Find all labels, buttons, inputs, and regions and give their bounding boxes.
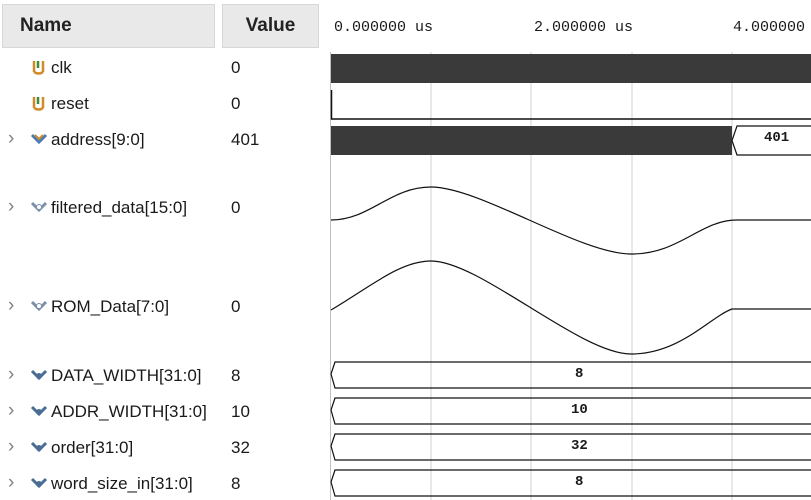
analog-bus-icon: [30, 300, 48, 312]
signal-name: word_size_in[31:0]: [51, 474, 193, 493]
bus-value-label: 10: [571, 402, 588, 418]
expand-chevron-icon[interactable]: ›: [8, 365, 14, 385]
signal-value: 8: [231, 474, 241, 493]
expand-chevron-icon[interactable]: ›: [8, 296, 14, 316]
time-axis: 0.000000 us 2.000000 us 4.000000: [330, 0, 811, 58]
clk-waveform: [331, 54, 811, 83]
bus-value-label: 32: [571, 438, 588, 454]
analog-bus-icon: [30, 201, 48, 213]
signal-value: 401: [231, 130, 260, 149]
signal-row-rom-data[interactable]: › ROM_Data[7:0] 0: [0, 293, 330, 323]
parameter-icon: [30, 405, 48, 417]
signal-row-reset[interactable]: reset 0: [0, 90, 330, 120]
signal-value: 0: [231, 94, 241, 113]
parameter-icon: [30, 369, 48, 381]
address-waveform-dense: [331, 126, 732, 155]
rom-data-waveform: [330, 260, 811, 355]
signal-name: order[31:0]: [51, 438, 134, 457]
expand-chevron-icon[interactable]: ›: [8, 437, 14, 457]
signal-row-address[interactable]: › address[9:0] 401: [0, 126, 330, 156]
signal-name: ROM_Data[7:0]: [51, 297, 170, 316]
value-column-header[interactable]: Value: [222, 4, 319, 48]
expand-chevron-icon[interactable]: ›: [8, 129, 14, 149]
signal-value: 0: [231, 297, 241, 316]
bus-value-label: 401: [764, 130, 790, 146]
signal-row-data-width[interactable]: › DATA_WIDTH[31:0] 8: [0, 362, 330, 392]
signal-row-filtered-data[interactable]: › filtered_data[15:0] 0: [0, 194, 330, 224]
name-column-header[interactable]: Name: [2, 4, 215, 48]
signal-name: reset: [51, 94, 89, 113]
signal-row-clk[interactable]: clk 0: [0, 54, 330, 84]
parameter-icon: [30, 441, 48, 453]
signal-row-word-size-in[interactable]: › word_size_in[31:0] 8: [0, 470, 330, 500]
parameter-icon: [30, 477, 48, 489]
time-tick-label: 2.000000 us: [534, 19, 634, 36]
signal-name: clk: [51, 58, 72, 77]
signal-row-order[interactable]: › order[31:0] 32: [0, 434, 330, 464]
signal-name: DATA_WIDTH[31:0]: [51, 366, 202, 385]
bit-signal-icon: [32, 97, 45, 111]
bus-value-label: 8: [575, 474, 584, 490]
time-tick-label: 0.000000 us: [334, 19, 434, 36]
signal-value: 32: [231, 438, 250, 457]
expand-chevron-icon[interactable]: ›: [8, 197, 14, 217]
expand-chevron-icon[interactable]: ›: [8, 473, 14, 493]
signal-value: 8: [231, 366, 241, 385]
bit-signal-icon: [32, 61, 45, 75]
signal-value: 0: [231, 58, 241, 77]
data-width-waveform: [330, 361, 811, 389]
signal-name: ADDR_WIDTH[31:0]: [51, 402, 207, 421]
expand-chevron-icon[interactable]: ›: [8, 401, 14, 421]
filtered-data-waveform: [330, 186, 811, 255]
signal-value: 0: [231, 198, 241, 217]
signal-value: 10: [231, 402, 250, 421]
waveform-canvas[interactable]: 401 8 10 32 8: [330, 52, 811, 500]
signal-name: address[9:0]: [51, 130, 145, 149]
time-tick-label: 4.000000: [733, 19, 806, 36]
bus-value-label: 8: [575, 366, 584, 382]
signal-name: filtered_data[15:0]: [51, 198, 188, 217]
signal-row-addr-width[interactable]: › ADDR_WIDTH[31:0] 10: [0, 398, 330, 428]
reset-waveform: [330, 90, 811, 120]
word-size-in-waveform: [330, 469, 811, 497]
bus-signal-icon: [30, 133, 48, 145]
